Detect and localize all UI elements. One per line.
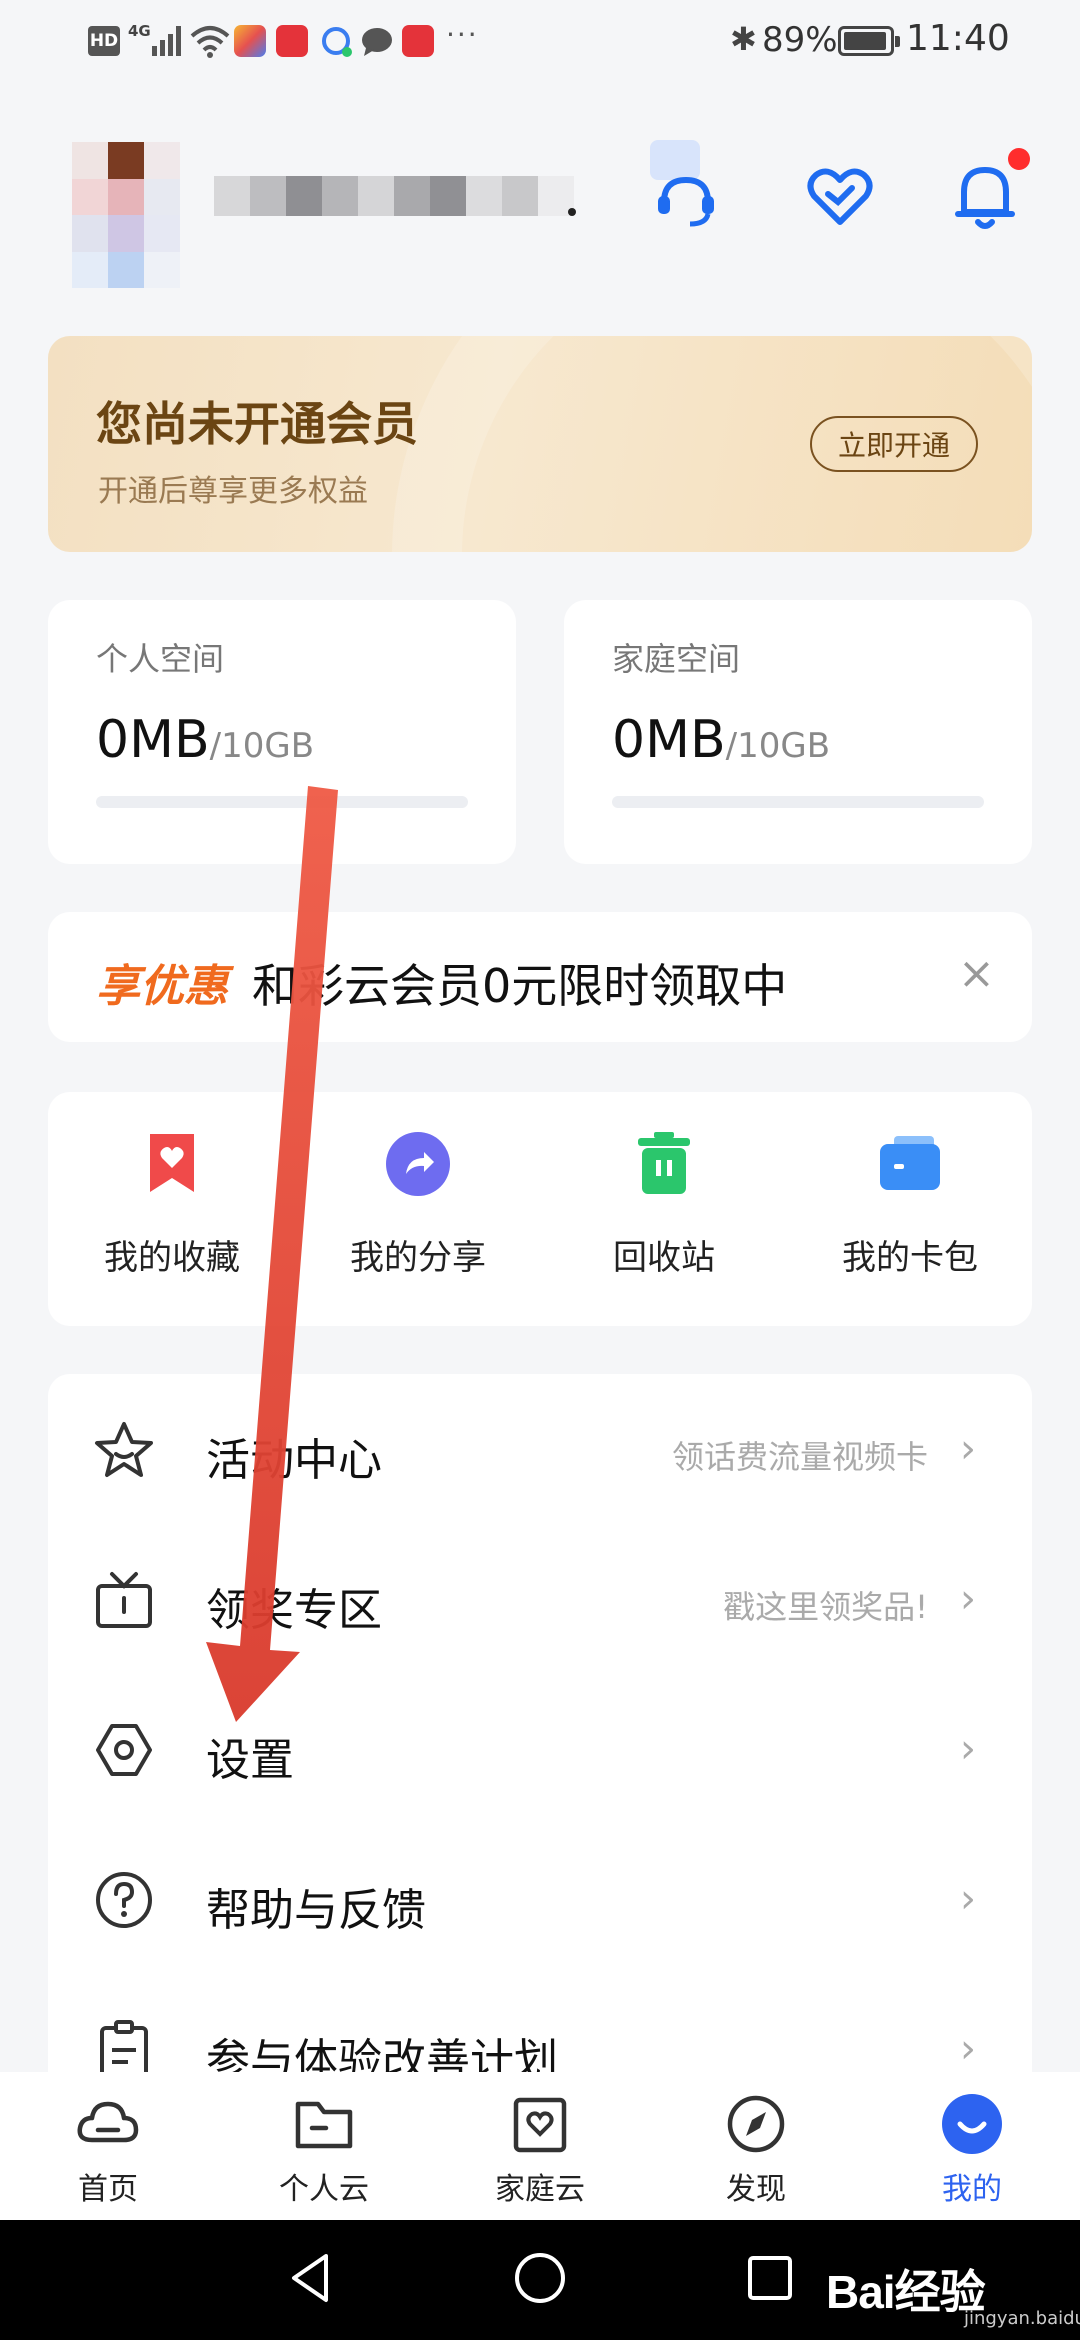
quick-action-label: 我的收藏 [104,1238,240,1278]
clipboard-icon [100,2020,148,2080]
promo-text: 和彩云会员0元限时领取中 [252,959,788,1013]
quick-action-label: 回收站 [613,1238,715,1278]
family-space-label: 家庭空间 [612,640,741,678]
tab-personal-cloud[interactable]: 个人云 [244,2090,404,2208]
close-icon[interactable]: × [958,948,995,999]
tab-mine[interactable]: 我的 [892,2090,1052,2208]
quick-action-share[interactable]: 我的分享 [318,1132,518,1279]
recents-icon[interactable] [744,2250,794,2306]
activate-member-button[interactable]: 立即开通 [810,416,978,472]
signal-icon [152,26,181,56]
menu-item-hint: 戳这里领奖品! [723,1588,928,1626]
star-icon [95,1422,153,1477]
menu-item-settings[interactable]: 设置 › [48,1674,1032,1824]
username-blurred [214,176,574,216]
chevron-right-icon: › [960,1426,976,1472]
promo-tag: 享优惠 [96,961,228,1012]
member-banner[interactable]: 您尚未开通会员 开通后尊享更多权益 立即开通 [48,336,1032,552]
quick-actions: 我的收藏 我的分享 回收站 我的卡包 [48,1092,1032,1326]
bluetooth-icon: ✱ [730,20,757,58]
customer-service-icon[interactable] [646,140,726,230]
chevron-right-icon: › [960,2026,976,2072]
menu-item-activity-center[interactable]: 活动中心 领话费流量视频卡 › [48,1374,1032,1524]
app-icon [234,25,266,57]
status-bar: HD 4G ··· ✱ 89% 11:40 [0,0,1080,84]
chevron-right-icon: › [960,1576,976,1622]
cloud-icon [77,2101,139,2143]
family-space-progress-bar [612,796,984,808]
personal-space-usage: 0MB/10GB [96,710,315,770]
personal-space-card[interactable]: 个人空间 0MB/10GB [48,600,516,864]
tab-family-cloud[interactable]: 家庭云 [460,2090,620,2208]
battery-percentage: 89% [762,20,838,60]
chevron-right-icon: › [960,1876,976,1922]
settings-icon [96,1724,152,1776]
back-icon[interactable] [286,2250,336,2306]
menu-item-hint: 领话费流量视频卡 [671,1438,928,1476]
overflow-indicator: ··· [446,18,479,51]
huawei-app-icon [276,25,308,57]
menu-item-prize-zone[interactable]: 领奖专区 戳这里领奖品! › [48,1524,1032,1674]
folder-icon [295,2101,353,2149]
family-cloud-icon [513,2097,567,2153]
tab-label: 我的 [942,2172,1002,2207]
promo-banner[interactable]: 享优惠 和彩云会员0元限时领取中 × [48,912,1032,1042]
hd-icon: HD [88,26,120,56]
bottom-tab-bar: 首页 个人云 家庭云 发现 我的 [0,2072,1080,2220]
network-type: 4G [128,22,151,40]
family-space-usage: 0MB/10GB [612,710,831,770]
menu-item-label: 设置 [206,1735,294,1786]
member-title: 您尚未开通会员 [96,397,418,451]
menu-item-label: 活动中心 [206,1435,382,1486]
personal-space-progress-bar [96,796,468,808]
tab-discover[interactable]: 发现 [676,2090,836,2208]
quick-action-label: 我的分享 [350,1238,486,1278]
tv-gift-icon [96,1572,152,1628]
help-icon [96,1872,152,1928]
tab-label: 首页 [78,2172,138,2207]
menu-item-help-feedback[interactable]: 帮助与反馈 › [48,1824,1032,1974]
avatar[interactable] [72,142,180,288]
clock: 11:40 [906,18,1010,59]
username-dot [568,208,576,216]
favorites-icon [150,1134,194,1192]
share-icon [386,1132,450,1196]
quick-action-wallet[interactable]: 我的卡包 [810,1132,1010,1279]
trash-icon [638,1132,690,1194]
family-space-card[interactable]: 家庭空间 0MB/10GB [564,600,1032,864]
tab-label: 个人云 [279,2172,369,2207]
member-subtitle: 开通后尊享更多权益 [98,474,368,509]
menu-item-label: 帮助与反馈 [206,1885,426,1936]
personal-space-label: 个人空间 [96,640,225,678]
quick-action-trash[interactable]: 回收站 [564,1132,764,1279]
bell-icon[interactable] [954,160,1016,232]
baidu-jingyan-watermark: Bai经验 jingyan.baidu.com [826,2266,1080,2329]
compass-icon [727,2095,785,2153]
reader-app-icon [402,25,434,57]
system-navigation-bar: Bai经验 jingyan.baidu.com [0,2220,1080,2340]
menu-list: 活动中心 领话费流量视频卡 › 领奖专区 戳这里领奖品! › 设置 › 帮助与反… [48,1374,1032,2094]
tab-home[interactable]: 首页 [28,2090,188,2208]
quick-action-favorites[interactable]: 我的收藏 [72,1132,272,1279]
wifi-icon [190,26,230,58]
tab-label: 家庭云 [495,2172,585,2207]
message-icon [362,28,392,56]
profile-icon [942,2094,1002,2154]
chat-app-icon [322,27,352,57]
tab-label: 发现 [726,2172,786,2207]
quick-action-label: 我的卡包 [842,1238,978,1278]
chevron-right-icon: › [960,1726,976,1772]
battery-icon [838,26,900,56]
notification-dot [1008,148,1030,170]
heart-icon[interactable] [806,166,874,228]
home-icon[interactable] [512,2250,568,2306]
menu-item-label: 领奖专区 [206,1585,382,1636]
wallet-icon [880,1136,940,1190]
